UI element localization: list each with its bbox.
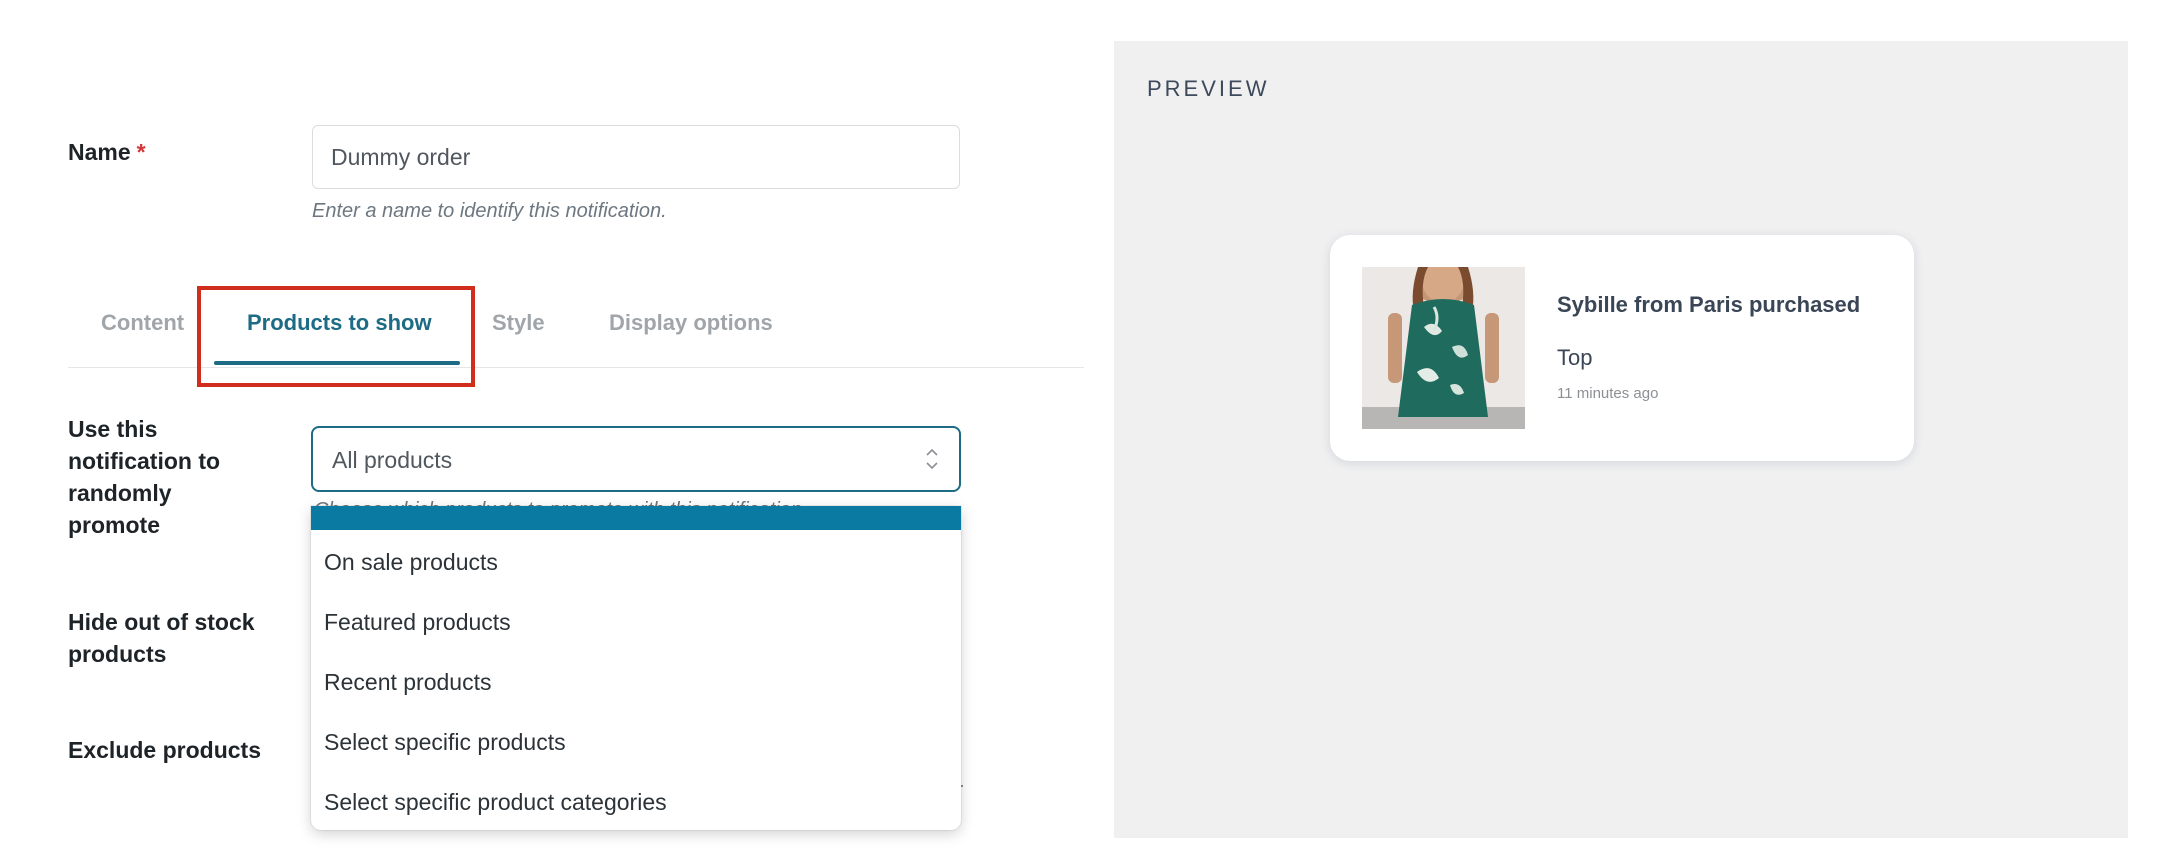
- product-photo-graphic: [1362, 267, 1525, 429]
- name-input[interactable]: [312, 125, 960, 189]
- preview-panel: PREVIEW Sybille from Paris purchased Top…: [1114, 41, 2128, 838]
- exclude-products-label: Exclude products: [68, 737, 261, 763]
- notification-card: Sybille from Paris purchased Top 11 minu…: [1330, 235, 1914, 461]
- promote-label: Use this notification to randomly promot…: [68, 416, 221, 538]
- dropdown-option-specific-categories[interactable]: Select specific product categories: [324, 789, 667, 816]
- dropdown-option-featured[interactable]: Featured products: [324, 609, 511, 636]
- required-mark: *: [136, 139, 146, 165]
- notification-product-name: Top: [1557, 345, 1593, 370]
- tab-display-options[interactable]: Display options: [609, 310, 773, 336]
- dropdown-option-recent[interactable]: Recent products: [324, 669, 491, 696]
- dropdown-option-specific-products[interactable]: Select specific products: [324, 729, 566, 756]
- name-label: Name *: [68, 136, 146, 168]
- dropdown-option-all-products[interactable]: [311, 506, 961, 530]
- name-label-text: Name: [68, 139, 131, 165]
- dropdown-option-on-sale[interactable]: On sale products: [324, 549, 498, 576]
- preview-title: PREVIEW: [1147, 76, 1270, 101]
- notification-headline: Sybille from Paris purchased: [1557, 292, 1861, 317]
- promote-select-value: All products: [332, 447, 453, 473]
- notification-time: 11 minutes ago: [1557, 385, 1659, 402]
- product-image: [1362, 267, 1525, 429]
- select-arrows-icon: [926, 448, 938, 470]
- hide-out-of-stock-label: Hide out of stock products: [68, 609, 255, 667]
- tab-style[interactable]: Style: [492, 310, 545, 336]
- promote-dropdown-list: On sale products Featured products Recen…: [311, 506, 961, 830]
- tab-content[interactable]: Content: [101, 310, 184, 336]
- tab-highlight-box: [197, 286, 475, 387]
- promote-select[interactable]: All products: [311, 426, 961, 492]
- name-help-text: Enter a name to identify this notificati…: [312, 200, 667, 222]
